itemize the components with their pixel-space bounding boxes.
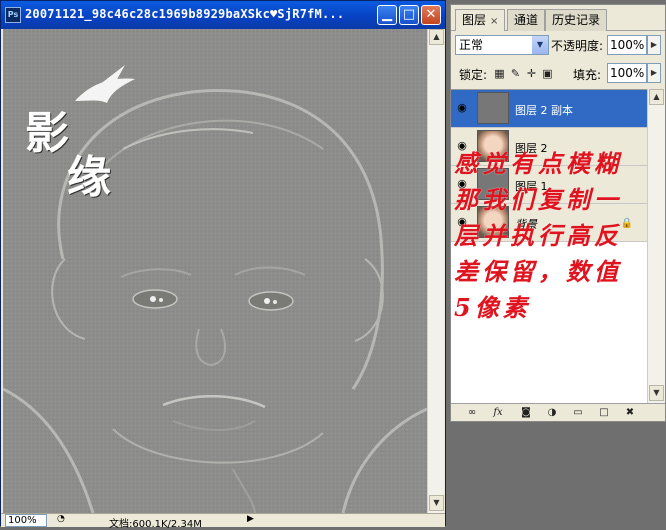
image-canvas[interactable]: 影 缘 Photo PS bbox=[3, 29, 427, 513]
layer-thumbnail bbox=[477, 92, 509, 124]
scroll-up-icon[interactable]: ▲ bbox=[429, 29, 444, 45]
minimize-button[interactable]: ▁ bbox=[377, 5, 397, 25]
zoom-field[interactable]: 100% bbox=[5, 514, 47, 527]
annotation-line: 差保留，数值 bbox=[454, 257, 622, 286]
tab-channels[interactable]: 通道 bbox=[507, 9, 546, 31]
fill-label: 填充: bbox=[573, 68, 602, 82]
watermark-char-1: 影 bbox=[25, 108, 69, 159]
fx-icon[interactable]: fx bbox=[491, 406, 505, 420]
opacity-input[interactable]: 100% bbox=[607, 35, 647, 55]
maximize-button[interactable]: □ bbox=[399, 5, 419, 25]
tab-close-icon[interactable]: × bbox=[490, 16, 498, 27]
blend-mode-select[interactable]: 正常 ▼ bbox=[455, 35, 549, 55]
close-icon: ✕ bbox=[425, 7, 437, 22]
annotation-line: 那我们复制一 bbox=[454, 185, 622, 214]
lock-label: 锁定: bbox=[459, 68, 488, 82]
document-titlebar[interactable]: Ps 20071121_98c46c28c1969b8929baXSkc♥SjR… bbox=[1, 1, 445, 29]
scroll-up-icon[interactable]: ▲ bbox=[649, 89, 664, 105]
lock-move-icon[interactable]: ✛ bbox=[525, 67, 538, 80]
folder-icon[interactable]: ▭ bbox=[571, 406, 585, 420]
status-arrow-icon[interactable]: ▶ bbox=[247, 514, 254, 524]
fill-arrow-icon[interactable]: ▶ bbox=[647, 63, 661, 83]
lock-all-icon[interactable]: ▣ bbox=[541, 67, 554, 80]
annotation-line: 层并执行高反 bbox=[454, 221, 622, 250]
annotation-line: 感觉有点模糊 bbox=[454, 149, 622, 178]
tab-layers[interactable]: 图层 × bbox=[455, 9, 506, 31]
vertical-scrollbar[interactable]: ▲ ▼ bbox=[427, 29, 444, 513]
blend-row: 正常 ▼ 不透明度: 100% ▶ bbox=[451, 35, 665, 57]
scroll-down-icon[interactable]: ▼ bbox=[429, 495, 444, 511]
fill-input[interactable]: 100% bbox=[607, 63, 647, 83]
tab-channels-label: 通道 bbox=[514, 13, 539, 27]
tab-layers-label: 图层 bbox=[462, 13, 487, 27]
mask-icon[interactable]: ◙ bbox=[519, 406, 533, 420]
lock-brush-icon[interactable]: ✎ bbox=[509, 67, 522, 80]
opacity-label: 不透明度: bbox=[551, 39, 604, 53]
status-menu-icon[interactable]: ◔ bbox=[57, 514, 65, 524]
layers-footer: ∞ fx ◙ ◑ ▭ □ ✖ bbox=[451, 403, 665, 421]
watermark-char-2: 缘 bbox=[67, 152, 111, 203]
scroll-down-icon[interactable]: ▼ bbox=[649, 385, 664, 401]
blend-mode-value: 正常 bbox=[459, 38, 484, 52]
link-icon[interactable]: ∞ bbox=[465, 406, 479, 420]
trash-icon[interactable]: ✖ bbox=[623, 406, 637, 420]
layer-row[interactable]: ◉ 图层 2 副本 bbox=[451, 90, 647, 128]
new-layer-icon[interactable]: □ bbox=[597, 406, 611, 420]
annotation-line: 5像素 bbox=[454, 293, 531, 322]
adjustment-icon[interactable]: ◑ bbox=[545, 406, 559, 420]
tab-history[interactable]: 历史记录 bbox=[545, 9, 608, 31]
document-size: 文档:600.1K/2.34M bbox=[109, 519, 202, 530]
lock-transparency-icon[interactable]: ▦ bbox=[493, 67, 506, 80]
panel-tabs: 图层 × 通道 历史记录 bbox=[451, 9, 665, 31]
opacity-arrow-icon[interactable]: ▶ bbox=[647, 35, 661, 55]
tab-history-label: 历史记录 bbox=[552, 13, 601, 27]
close-button[interactable]: ✕ bbox=[421, 5, 441, 25]
document-window: Ps 20071121_98c46c28c1969b8929baXSkc♥SjR… bbox=[0, 0, 446, 530]
maximize-icon: □ bbox=[402, 7, 416, 22]
status-bar: 100% ◔ 文档:600.1K/2.34M ▶ bbox=[1, 513, 445, 530]
document-title: 20071121_98c46c28c1969b8929baXSkc♥SjR7fM… bbox=[25, 7, 345, 21]
chevron-down-icon[interactable]: ▼ bbox=[532, 36, 548, 54]
lock-row: 锁定: ▦ ✎ ✛ ▣ 填充: 100% ▶ bbox=[451, 63, 665, 85]
photoshop-app-icon: Ps bbox=[5, 7, 21, 23]
minimize-icon: ▁ bbox=[382, 7, 392, 22]
eye-icon[interactable]: ◉ bbox=[453, 98, 471, 118]
annotation-text: 感觉有点模糊 那我们复制一 层并执行高反 差保留，数值 5像素 bbox=[454, 146, 666, 326]
layer-name: 图层 2 副本 bbox=[515, 104, 573, 117]
